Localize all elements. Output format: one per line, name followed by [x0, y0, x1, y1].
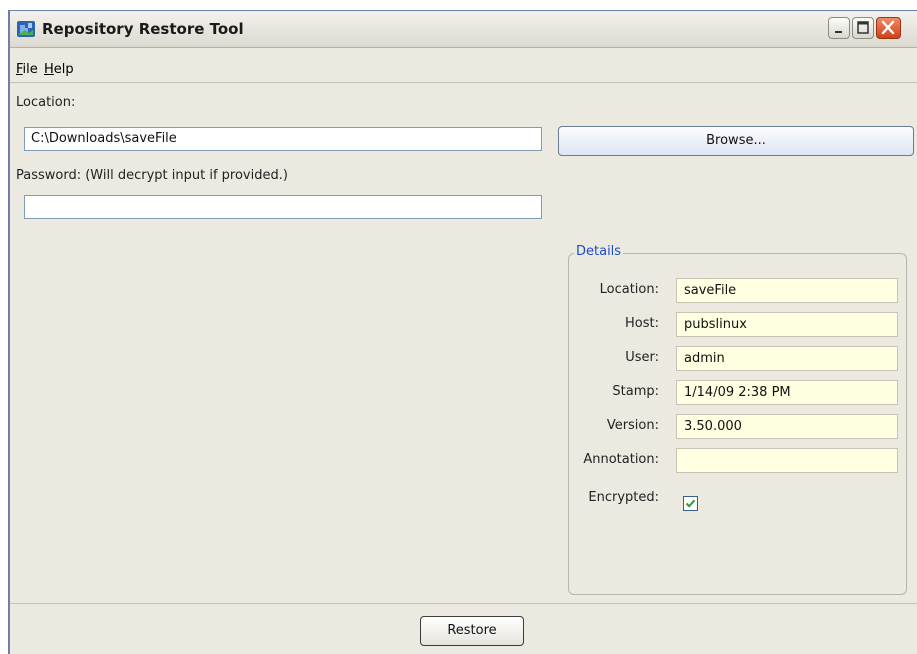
checkmark-icon [685, 499, 696, 508]
close-button[interactable] [876, 17, 901, 39]
detail-host-label: Host: [625, 316, 659, 331]
detail-location-value: saveFile [676, 278, 898, 303]
menu-help-label: elp [53, 62, 74, 77]
close-icon [881, 20, 895, 35]
password-label: Password: (Will decrypt input if provide… [16, 168, 288, 183]
menu-file[interactable]: File [16, 62, 38, 77]
detail-location-label: Location: [599, 282, 659, 297]
app-window: Repository Restore Tool File Help Locati… [8, 10, 917, 654]
password-input[interactable] [24, 195, 542, 219]
location-input[interactable]: C:\Downloads\saveFile [24, 127, 542, 151]
app-puzzle-icon [17, 21, 35, 37]
menu-help-mnemonic: H [44, 62, 54, 77]
detail-annotation-value [676, 448, 898, 473]
detail-stamp-value: 1/14/09 2:38 PM [676, 380, 898, 405]
encrypted-label: Encrypted: [588, 490, 659, 505]
minimize-button[interactable] [828, 17, 850, 39]
detail-annotation-label: Annotation: [583, 452, 659, 467]
menu-help[interactable]: Help [44, 62, 74, 77]
menu-bar: File Help [10, 58, 917, 80]
detail-version-value: 3.50.000 [676, 414, 898, 439]
detail-host-value: pubslinux [676, 312, 898, 337]
detail-version-label: Version: [606, 418, 659, 433]
maximize-icon [857, 21, 869, 34]
minimize-icon [835, 31, 842, 33]
footer-separator [10, 603, 917, 604]
detail-stamp-label: Stamp: [612, 384, 659, 399]
browse-button[interactable]: Browse... [558, 126, 914, 156]
encrypted-checkbox[interactable] [683, 496, 698, 511]
details-legend: Details [574, 244, 624, 259]
detail-user-label: User: [625, 350, 659, 365]
title-bar[interactable]: Repository Restore Tool [10, 11, 917, 48]
menu-file-label: ile [22, 62, 38, 77]
window-title: Repository Restore Tool [42, 20, 244, 38]
location-label: Location: [16, 95, 76, 110]
detail-user-value: admin [676, 346, 898, 371]
maximize-button[interactable] [852, 17, 874, 39]
restore-button[interactable]: Restore [420, 616, 524, 646]
menu-separator [10, 82, 917, 83]
